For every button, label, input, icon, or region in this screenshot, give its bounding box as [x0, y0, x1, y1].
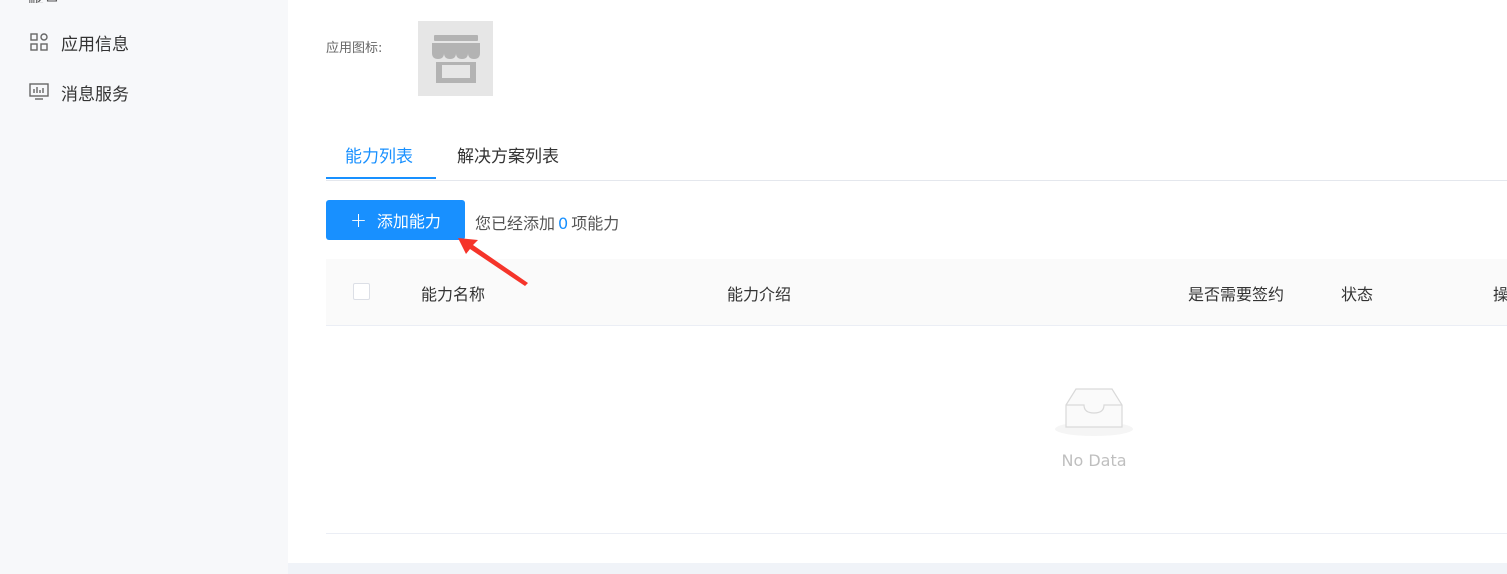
table-bottom-border — [326, 533, 1507, 534]
add-capability-button[interactable]: + 添加能力 — [326, 200, 465, 240]
table-header: 能力名称 能力介绍 是否需要签约 状态 操作 — [326, 259, 1507, 326]
sidebar-item-label: 应用信息 — [61, 34, 129, 55]
sidebar: 账号 应用信息 消息服务 — [0, 0, 288, 574]
active-tab-indicator — [326, 177, 436, 179]
count-prefix: 您已经添加 — [475, 214, 556, 233]
add-capability-label: 添加能力 — [376, 212, 441, 231]
column-header-requires-contract: 是否需要签约 — [1188, 285, 1285, 304]
app-icon-label: 应用图标: — [326, 41, 383, 56]
tab-capability-list[interactable]: 能力列表 — [345, 142, 413, 179]
page-footer-strip — [288, 563, 1507, 574]
grid-icon — [28, 31, 50, 53]
added-count-text: 您已经添加 0 项能力 — [475, 210, 619, 234]
plus-icon: + — [350, 208, 367, 232]
empty-inbox-icon — [1055, 388, 1133, 436]
sidebar-item-message-service[interactable]: 消息服务 — [28, 80, 129, 105]
sidebar-item-partial[interactable]: 账号 — [28, 0, 60, 3]
column-header-actions: 操作 — [1493, 285, 1507, 304]
select-all-checkbox[interactable] — [353, 283, 370, 300]
tab-solution-list[interactable]: 解决方案列表 — [457, 142, 559, 179]
count-value: 0 — [558, 214, 569, 233]
sidebar-item-label: 消息服务 — [61, 84, 129, 105]
column-header-name: 能力名称 — [421, 285, 486, 304]
column-header-description: 能力介绍 — [727, 285, 792, 304]
empty-state-text: No Data — [1061, 451, 1127, 470]
sidebar-item-app-info[interactable]: 应用信息 — [28, 30, 129, 55]
monitor-chart-icon — [28, 81, 50, 103]
column-header-status: 状态 — [1341, 285, 1374, 304]
count-suffix: 项能力 — [571, 214, 620, 233]
app-icon-image — [418, 21, 493, 96]
tab-bar: 能力列表 解决方案列表 — [326, 134, 1507, 181]
store-icon — [431, 34, 480, 83]
main-content: 应用图标: 能力列表 解决方案列表 + 添加能力 您已经添加 0 项能力 能力名称 … — [288, 0, 1507, 574]
